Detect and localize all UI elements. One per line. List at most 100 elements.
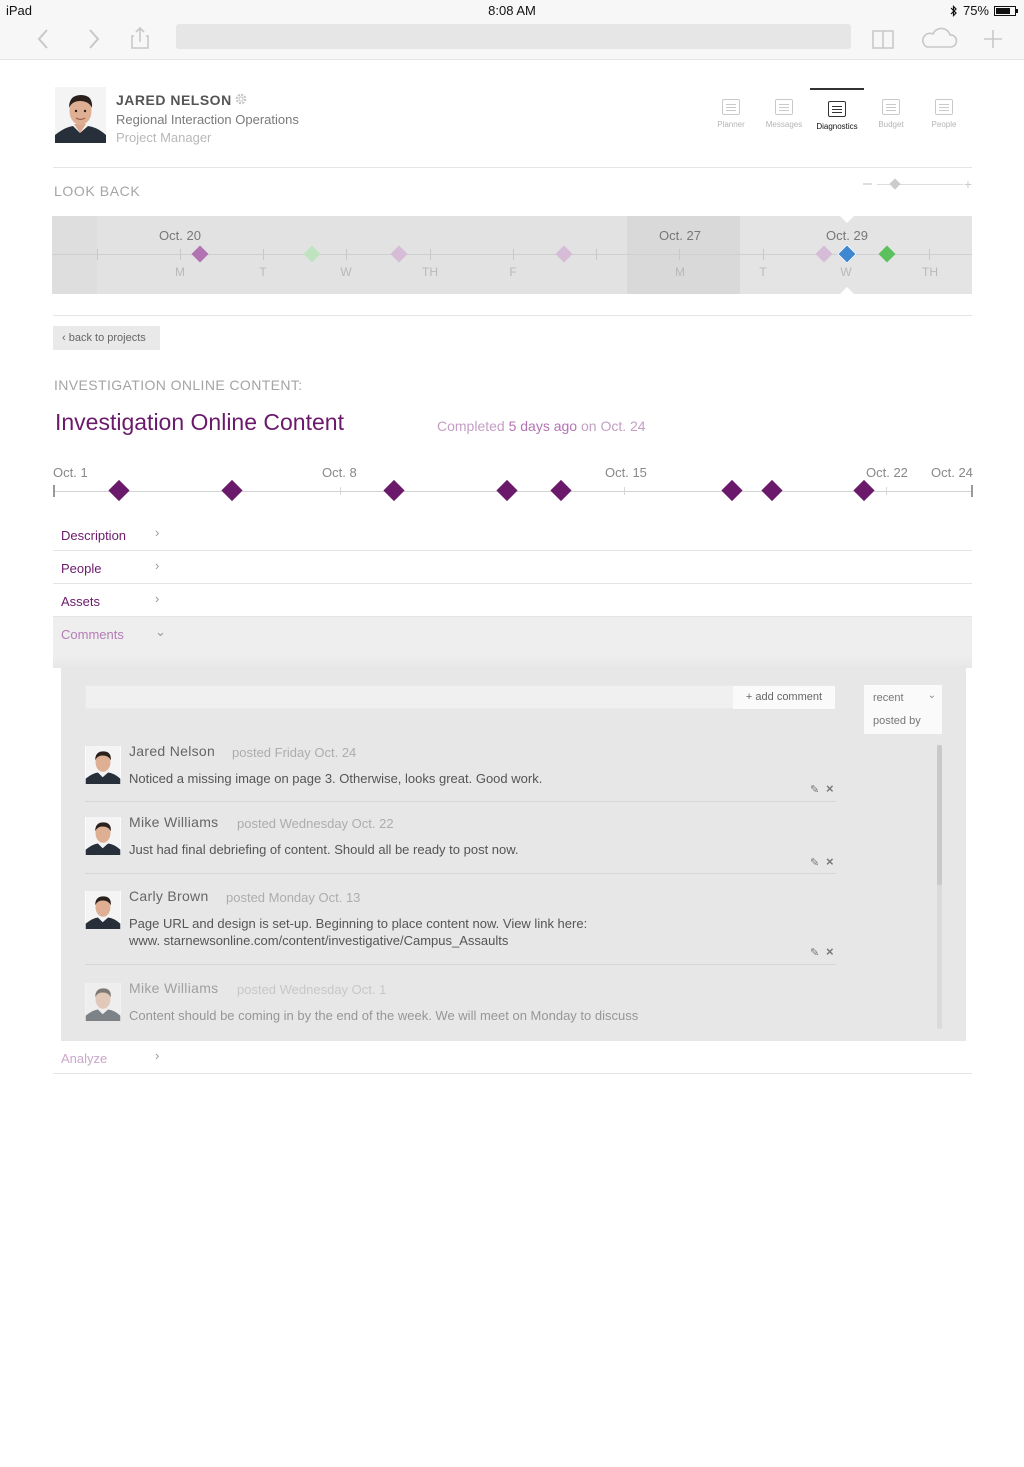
tab-diagnostics[interactable]: Diagnostics [810,88,864,136]
settings-gear-icon[interactable] [234,92,248,106]
section-label: Assets [61,594,101,609]
day-label: F [509,265,517,279]
tab-messages[interactable]: Messages [757,88,811,136]
edit-pencil-icon[interactable]: ✎ [810,856,819,869]
comment-text: Page URL and design is set-up. Beginning… [129,916,588,931]
chevron-right-icon: › [155,591,160,606]
timeline-date: Oct. 22 [866,465,908,480]
delete-x-icon[interactable]: × [826,854,834,869]
status-highlight: 5 days ago [508,418,578,434]
status-right: 75% [950,3,1018,18]
profile-avatar [55,87,106,143]
new-tab-icon[interactable] [978,24,1008,54]
day-label: T [259,265,267,279]
week-date-label: Oct. 27 [659,228,701,243]
current-day-notch [840,216,854,223]
commenter-avatar [85,891,121,929]
add-comment-button[interactable]: + add comment [733,686,835,709]
commenter-avatar [85,983,121,1021]
day-tick [97,249,98,260]
divider [53,167,972,168]
address-bar[interactable] [176,24,851,49]
event-marker[interactable] [303,245,321,263]
tab-label: Planner [717,120,745,129]
milestone-marker[interactable] [853,479,875,502]
tab-planner[interactable]: Planner [704,88,758,136]
milestone-marker[interactable] [108,479,130,502]
week-date-label: Oct. 20 [159,228,201,243]
comment-author: Carly Brown [129,888,209,904]
tab-budget[interactable]: Budget [864,88,918,136]
day-tick [763,249,764,260]
milestone-marker[interactable] [721,479,743,502]
profile-department: Regional Interaction Operations [116,112,299,127]
section-assets[interactable]: Assets › [53,584,972,617]
profile-name: JARED NELSON [116,92,232,108]
project-title: Investigation Online Content [55,409,344,435]
comment-date: posted Wednesday Oct. 1 [237,982,387,997]
milestone-marker[interactable] [550,479,572,502]
comment-author: Mike Williams [129,814,219,830]
week-tick [624,487,625,495]
chevron-right-icon: › [155,1048,160,1063]
day-tick [513,249,514,260]
battery-icon [994,5,1018,16]
edit-pencil-icon[interactable]: ✎ [810,946,819,959]
day-label: TH [422,265,438,279]
day-tick [430,249,431,260]
event-marker[interactable] [555,245,573,263]
week-shade [52,216,97,294]
zoom-out-icon[interactable] [863,183,872,185]
bluetooth-icon [950,4,957,17]
day-tick [929,249,930,260]
tab-label: Diagnostics [816,122,858,131]
zoom-handle[interactable] [889,178,901,190]
comments-scrollbar[interactable] [937,745,942,1029]
event-marker[interactable] [191,245,209,263]
sort-dropdown[interactable]: recent ⌄ posted by [864,685,942,734]
sort-option-posted-by[interactable]: posted by [873,715,921,727]
look-back-timeline[interactable]: Oct. 20 Oct. 27 Oct. 29 M T W TH F M T W… [52,216,972,294]
share-icon[interactable] [125,24,155,54]
day-label: W [340,265,352,279]
day-tick [596,249,597,260]
forward-arrow-icon[interactable] [78,24,108,54]
zoom-slider[interactable]: + [862,176,974,192]
delete-x-icon[interactable]: × [826,944,834,959]
edit-pencil-icon[interactable]: ✎ [810,783,819,796]
comment-link[interactable]: www. starnewsonline.com/content/investig… [129,933,508,948]
scrollbar-thumb[interactable] [937,745,942,885]
section-description[interactable]: Description › [53,518,972,551]
timeline-axis [52,254,972,255]
comment-body: Content should be coming in by the end o… [129,1008,639,1023]
milestone-marker[interactable] [761,479,783,502]
sort-option-recent[interactable]: recent [873,692,904,704]
section-people[interactable]: People › [53,551,972,584]
milestone-marker[interactable] [221,479,243,502]
divider [53,315,972,316]
milestone-marker[interactable] [383,479,405,502]
milestone-marker[interactable] [496,479,518,502]
battery-percent: 75% [962,3,989,18]
event-marker[interactable] [390,245,408,263]
delete-x-icon[interactable]: × [826,781,834,796]
zoom-in-icon[interactable]: + [964,177,972,191]
project-timeline: Oct. 1 Oct. 8 Oct. 15 Oct. 22 Oct. 24 [52,462,976,508]
section-analyze[interactable]: Analyze › [53,1041,972,1074]
section-comments[interactable]: Comments ⌄ [53,617,972,657]
chevron-down-icon: ⌄ [927,690,936,701]
comment-input[interactable] [85,685,835,709]
bookmarks-icon[interactable] [868,24,898,54]
back-arrow-icon[interactable] [29,24,59,54]
day-label: W [840,265,852,279]
cloud-tabs-icon[interactable] [918,24,960,54]
envelope-icon [775,99,793,115]
section-label: People [61,561,102,576]
tab-people[interactable]: People [917,88,971,136]
sliders-icon [828,101,846,117]
status-bar: iPad 8:08 AM 75% [0,0,1024,20]
comment-date: posted Monday Oct. 13 [226,890,361,905]
tab-label: Budget [878,120,904,129]
section-label: Description [61,528,127,543]
back-to-projects-button[interactable]: ‹ back to projects [53,326,160,350]
